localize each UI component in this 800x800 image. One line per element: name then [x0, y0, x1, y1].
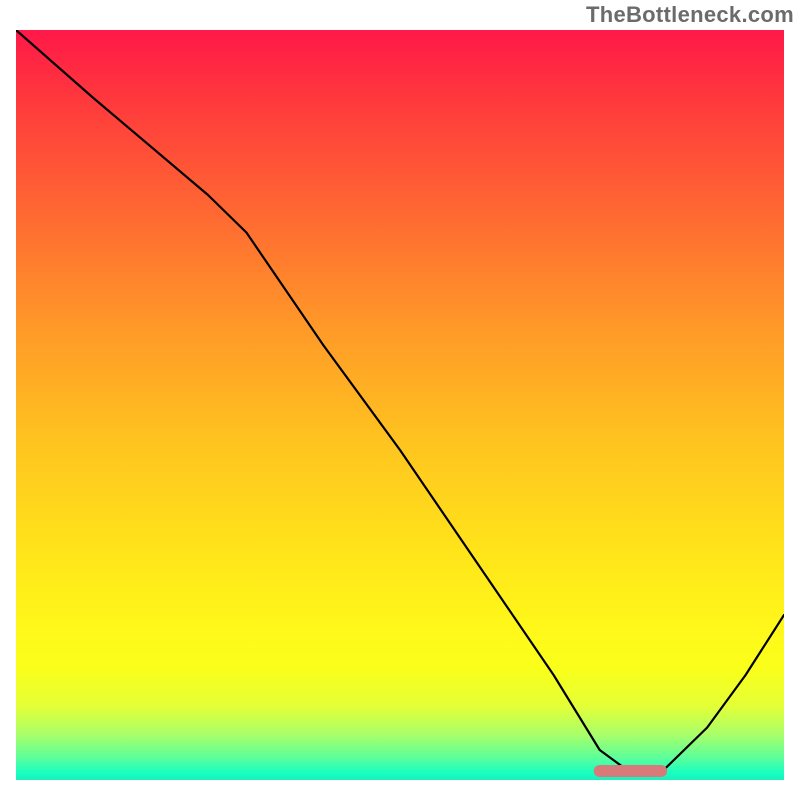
chart-svg — [16, 30, 784, 780]
plot-area — [16, 30, 784, 780]
bottleneck-chart: TheBottleneck.com — [0, 0, 800, 800]
bottleneck-curve-path — [16, 30, 784, 773]
watermark-text: TheBottleneck.com — [586, 2, 794, 28]
